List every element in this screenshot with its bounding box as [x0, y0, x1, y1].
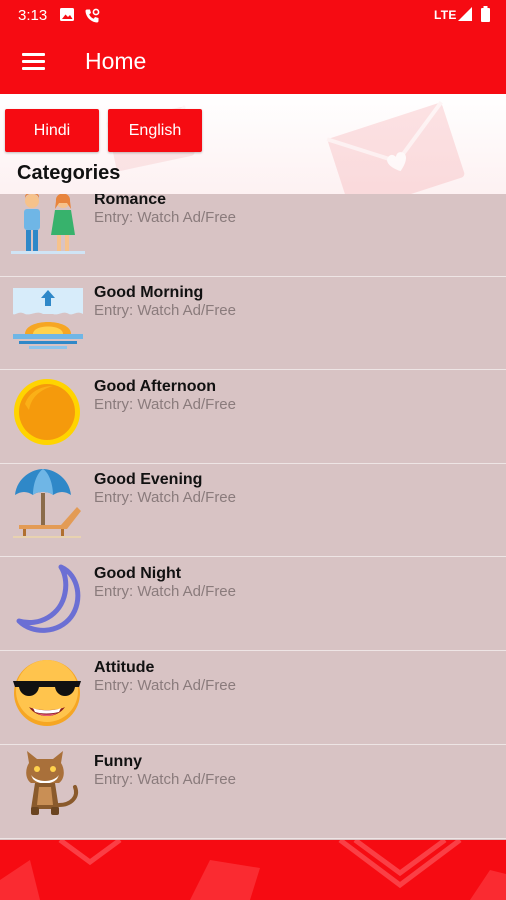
beach-umbrella-icon	[13, 469, 81, 538]
category-name: Good Night	[94, 565, 182, 582]
category-name: Funny	[94, 753, 142, 770]
category-entry: Entry: Watch Ad/Free	[94, 771, 236, 788]
envelope-pattern-decoration-icon	[0, 840, 506, 900]
list-item-good-morning[interactable]: Good Morning Entry: Watch Ad/Free	[0, 277, 506, 370]
category-name: Good Evening	[94, 471, 203, 488]
category-name: Good Afternoon	[94, 378, 217, 395]
category-entry: Entry: Watch Ad/Free	[94, 489, 236, 506]
bottom-banner	[0, 840, 506, 900]
gallery-notification-icon	[60, 8, 74, 21]
category-name: Romance	[94, 194, 167, 208]
english-button[interactable]: English	[108, 109, 202, 152]
list-item-good-night[interactable]: Good Night Entry: Watch Ad/Free	[0, 558, 506, 651]
call-notification-icon	[85, 8, 100, 23]
status-bar: 3:13 LTE	[0, 0, 506, 30]
list-item-romance[interactable]: Romance Entry: Watch Ad/Free	[0, 194, 506, 277]
categories-heading: Categories	[17, 162, 121, 184]
category-name: Good Morning	[94, 284, 204, 301]
category-name: Attitude	[94, 659, 155, 676]
list-item-good-afternoon[interactable]: Good Afternoon Entry: Watch Ad/Free	[0, 371, 506, 464]
menu-button[interactable]	[10, 38, 58, 86]
sunglasses-face-icon	[13, 660, 81, 726]
category-entry: Entry: Watch Ad/Free	[94, 302, 236, 319]
category-entry: Entry: Watch Ad/Free	[94, 396, 236, 413]
sunrise-icon	[13, 288, 83, 349]
app-bar: Home	[0, 30, 506, 94]
category-entry: Entry: Watch Ad/Free	[94, 209, 236, 226]
funny-cat-icon	[26, 751, 78, 815]
couple-icon	[11, 194, 85, 254]
hindi-button[interactable]: Hindi	[5, 109, 99, 152]
list-item-funny[interactable]: Funny Entry: Watch Ad/Free	[0, 746, 506, 839]
category-entry: Entry: Watch Ad/Free	[94, 583, 236, 600]
signal-icon	[458, 7, 472, 21]
page-title: Home	[85, 48, 147, 74]
status-time: 3:13	[18, 7, 48, 24]
category-entry: Entry: Watch Ad/Free	[94, 677, 236, 694]
battery-icon	[481, 6, 490, 22]
list-item-attitude[interactable]: Attitude Entry: Watch Ad/Free	[0, 652, 506, 745]
category-list: Romance Entry: Watch Ad/Free Good Mornin…	[0, 194, 506, 840]
network-type: LTE	[434, 8, 457, 22]
crescent-moon-icon	[16, 564, 81, 633]
header-banner: Hindi English Categories	[0, 94, 506, 194]
list-item-good-evening[interactable]: Good Evening Entry: Watch Ad/Free	[0, 464, 506, 557]
sun-icon	[14, 379, 80, 445]
